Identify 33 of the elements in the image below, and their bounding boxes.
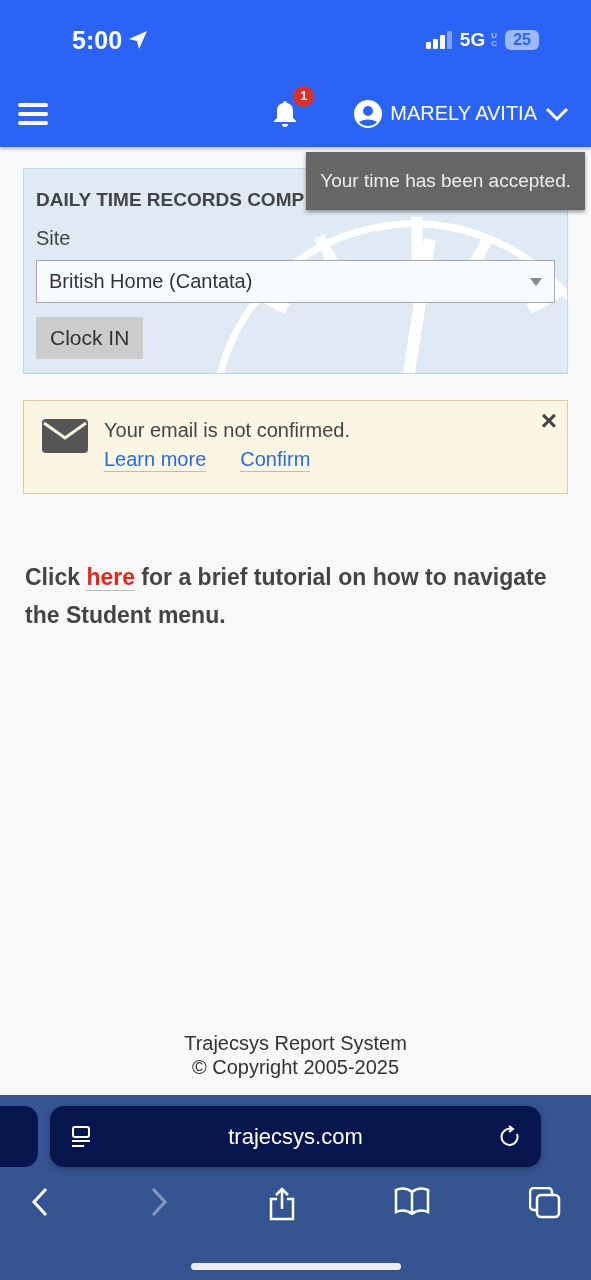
signal-icon: [425, 31, 454, 49]
site-select[interactable]: British Home (Cantata): [36, 260, 555, 303]
alert-message: Your email is not confirmed.: [104, 419, 351, 442]
tabs-icon[interactable]: [529, 1187, 561, 1221]
menu-icon[interactable]: [18, 101, 48, 126]
battery-level: 25: [505, 30, 539, 50]
url-text: trajecsys.com: [228, 1123, 363, 1150]
tutorial-link[interactable]: here: [86, 564, 135, 591]
user-icon: [354, 99, 383, 128]
envelope-icon: [42, 419, 88, 453]
alert-link[interactable]: Confirm: [240, 448, 311, 472]
address-bar[interactable]: trajecsys.com: [50, 1106, 541, 1167]
alert-link[interactable]: Learn more: [104, 448, 207, 472]
user-menu-button[interactable]: MARELY AVITIA: [354, 99, 569, 128]
reload-icon[interactable]: [499, 1124, 521, 1149]
toast-message: Your time has been accepted.: [306, 152, 585, 210]
footer-text: Trajecsys Report System: [184, 1031, 407, 1055]
tutorial-text: Click here for a brief tutorial on how to navigate the Student menu.: [25, 563, 548, 630]
notification-badge: 1: [293, 85, 315, 107]
status-time: 5:00: [72, 25, 123, 55]
share-icon[interactable]: [267, 1187, 296, 1221]
page-menu-icon: [70, 1125, 92, 1148]
close-button[interactable]: ×: [540, 405, 557, 437]
card-title: DAILY TIME RECORDS COMP: [36, 189, 305, 211]
footer-text: © Copyright 2005-2025: [191, 1055, 400, 1079]
network-label: 5G: [459, 29, 486, 51]
site-label: Site: [36, 227, 71, 250]
chevron-down-icon: [545, 105, 569, 122]
clock-in-button[interactable]: Clock IN: [36, 317, 144, 359]
location-icon: [128, 30, 149, 50]
network-sublabel: UC: [491, 32, 498, 48]
dropdown-caret-icon: [530, 277, 542, 286]
bell-icon[interactable]: [272, 99, 299, 128]
